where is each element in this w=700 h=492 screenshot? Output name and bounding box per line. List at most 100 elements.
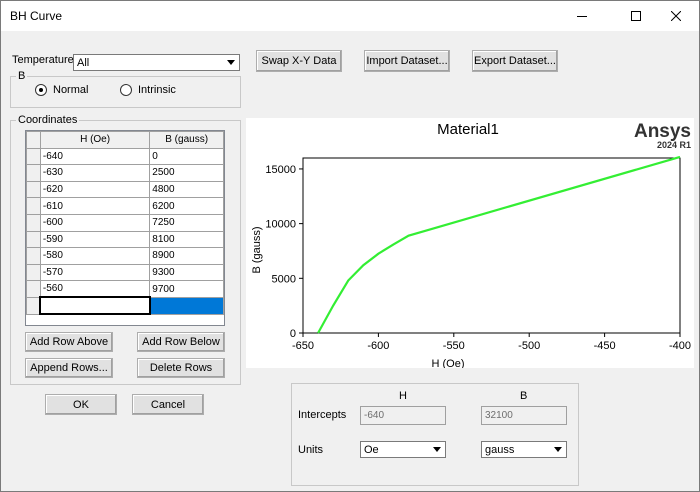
h-intercept-field: -640 — [360, 406, 446, 425]
b-column-label: B — [520, 390, 528, 402]
h-cell[interactable]: -590 — [39, 230, 151, 249]
row-header[interactable] — [26, 230, 41, 249]
b-cell[interactable]: 2500 — [149, 164, 224, 182]
normal-radio[interactable]: Normal — [35, 84, 88, 96]
h-cell[interactable]: -570 — [39, 263, 151, 282]
row-header[interactable] — [26, 197, 41, 215]
swap-xy-button[interactable]: Swap X-Y Data — [256, 50, 342, 72]
h-column-label: H — [399, 390, 407, 402]
table-row[interactable]: -600 7250 — [26, 213, 224, 232]
table-row[interactable]: -560 9700 — [26, 280, 224, 298]
y-axis-label: B (gauss) — [251, 226, 263, 273]
x-tick-label: -400 — [669, 340, 691, 352]
bh-chart-svg: Material1 Ansys 2024 R1 H (Oe) B (gauss)… — [251, 121, 691, 370]
add-row-below-button[interactable]: Add Row Below — [137, 332, 225, 352]
intercepts-label: Intercepts — [298, 409, 347, 421]
table-row[interactable]: -620 4800 — [26, 180, 224, 199]
b-intercept-value: 32100 — [485, 410, 513, 421]
coordinates-label: Coordinates — [16, 114, 80, 126]
x-tick-label: -450 — [594, 340, 616, 352]
h-cell[interactable]: -620 — [39, 180, 151, 199]
append-rows-button[interactable]: Append Rows... — [25, 358, 113, 378]
h-cell[interactable]: -600 — [39, 213, 151, 232]
coordinates-grid[interactable]: H (Oe) B (gauss) -640 0 -630 2500 -620 4800… — [25, 130, 225, 326]
h-cell-editing[interactable] — [39, 296, 151, 316]
bh-curve-dialog: BH Curve Temperature All B Normal Intrin… — [0, 0, 700, 492]
b-cell[interactable]: 8900 — [149, 247, 224, 265]
h-cell[interactable]: -640 — [39, 147, 151, 166]
units-label: Units — [298, 444, 324, 456]
close-button[interactable] — [653, 1, 699, 31]
temperature-label: Temperature — [12, 54, 74, 66]
b-cell[interactable]: 9700 — [149, 280, 224, 298]
version-label: 2024 R1 — [657, 140, 691, 150]
chevron-down-icon — [224, 56, 238, 69]
table-row[interactable]: -610 6200 — [26, 197, 224, 215]
h-unit-value: Oe — [364, 444, 379, 456]
brand-logo: Ansys — [634, 121, 691, 142]
intrinsic-radio-label: Intrinsic — [138, 84, 176, 96]
h-cell[interactable]: -630 — [39, 164, 151, 182]
table-row[interactable]: -630 2500 — [26, 164, 224, 182]
b-unit-select[interactable]: gauss — [481, 441, 567, 458]
radio-dot-icon — [35, 84, 47, 96]
ok-button[interactable]: OK — [45, 394, 117, 415]
close-icon — [671, 11, 681, 21]
b-cell-selected[interactable] — [149, 296, 224, 315]
import-dataset-button[interactable]: Import Dataset... — [364, 50, 450, 72]
x-tick-label: -650 — [292, 340, 314, 352]
b-cell[interactable]: 9300 — [149, 263, 224, 282]
b-cell[interactable]: 6200 — [149, 197, 224, 215]
table-row[interactable]: -570 9300 — [26, 263, 224, 282]
table-header-row: H (Oe) B (gauss) — [26, 131, 224, 149]
export-dataset-button[interactable]: Export Dataset... — [472, 50, 558, 72]
bh-chart: Material1 Ansys 2024 R1 H (Oe) B (gauss)… — [246, 118, 694, 370]
x-tick-label: -550 — [443, 340, 465, 352]
row-header[interactable] — [26, 280, 41, 298]
x-axis-label: H (Oe) — [432, 358, 465, 368]
h-cell[interactable]: -580 — [39, 247, 151, 265]
b-cell[interactable]: 0 — [149, 147, 224, 166]
chevron-down-icon — [551, 443, 565, 456]
radio-dot-icon — [120, 84, 132, 96]
plot-frame — [302, 157, 681, 334]
chevron-down-icon — [430, 443, 444, 456]
column-header-h[interactable]: H (Oe) — [39, 131, 151, 149]
b-cell[interactable]: 7250 — [149, 213, 224, 232]
h-cell[interactable]: -610 — [39, 197, 151, 215]
b-unit-value: gauss — [485, 444, 515, 456]
b-cell[interactable]: 4800 — [149, 180, 224, 199]
add-row-above-button[interactable]: Add Row Above — [25, 332, 113, 352]
column-header-b[interactable]: B (gauss) — [149, 131, 224, 149]
table-row[interactable]: -640 0 — [26, 147, 224, 166]
delete-rows-button[interactable]: Delete Rows — [137, 358, 225, 378]
minimize-icon — [577, 16, 587, 17]
bh-curve-line — [317, 155, 681, 334]
y-tick-label: 0 — [290, 328, 296, 340]
table-row-new[interactable] — [26, 296, 224, 316]
table-row[interactable]: -580 8900 — [26, 247, 224, 265]
row-header[interactable] — [26, 263, 41, 282]
h-unit-select[interactable]: Oe — [360, 441, 446, 458]
row-header[interactable] — [26, 180, 41, 199]
row-header[interactable] — [26, 164, 41, 182]
intercepts-panel — [291, 383, 579, 486]
normal-radio-label: Normal — [53, 84, 89, 96]
temperature-select[interactable]: All — [73, 54, 240, 71]
minimize-button[interactable] — [559, 1, 605, 31]
row-header[interactable] — [26, 147, 41, 166]
x-tick-label: -600 — [367, 340, 389, 352]
cancel-button[interactable]: Cancel — [132, 394, 204, 415]
tick-group: -650 -600 -550 -500 -450 -400 0 5000 10000 15000 — [265, 164, 691, 352]
chart-title: Material1 — [437, 121, 499, 138]
row-header[interactable] — [26, 213, 41, 232]
intrinsic-radio[interactable]: Intrinsic — [120, 84, 176, 96]
b-cell[interactable]: 8100 — [149, 230, 224, 249]
row-header[interactable] — [26, 247, 41, 265]
h-cell[interactable]: -560 — [39, 280, 151, 298]
table-row[interactable]: -590 8100 — [26, 230, 224, 249]
row-header[interactable] — [26, 296, 41, 315]
b-group-label: B — [16, 70, 28, 82]
y-tick-label: 10000 — [265, 219, 296, 231]
corner-cell — [26, 131, 41, 149]
